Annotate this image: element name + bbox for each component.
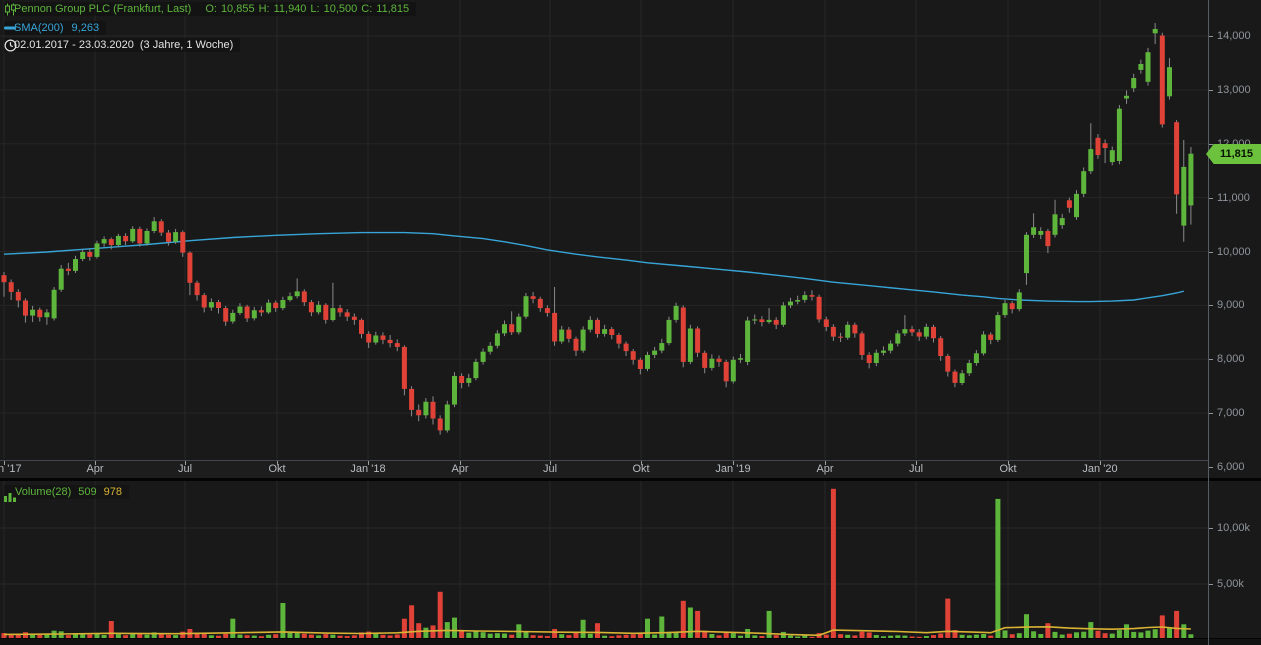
volume-ma-value: 978 [104,486,122,498]
sma-legend[interactable]: SMA(200) 9,263 [4,21,106,35]
ohlc-values: O:10,855 H:11,940 L:10,500 C:11,815 [205,3,409,15]
symbol-title: Pennon Group PLC (Frankfurt, Last) [14,3,191,15]
volume-legend[interactable]: Volume(28) 509 978 [4,485,129,499]
time-axis[interactable] [0,460,1208,479]
volume-pane-canvas[interactable] [0,481,1208,638]
sma-label: SMA(200) [14,22,64,34]
date-range-suffix: (3 Jahre, 1 Woche) [140,39,233,51]
volume-label: Volume(28) [15,486,71,498]
price-scale[interactable] [1208,0,1261,645]
date-range-text: 02.01.2017 - 23.03.2020 [14,39,134,51]
volume-current-value: 509 [78,486,96,498]
symbol-legend[interactable]: Pennon Group PLC (Frankfurt, Last) O:10,… [4,2,416,16]
trading-chart-widget: 14,00013,00012,00011,00010,0009,0008,000… [0,0,1261,645]
sma-value: 9,263 [72,22,100,34]
price-pane-canvas[interactable] [0,0,1208,460]
date-range-chip[interactable]: 02.01.2017 - 23.03.2020 (3 Jahre, 1 Woch… [4,38,240,52]
last-price-tag: 11,815 [1206,144,1261,164]
volume-time-axis [0,638,1261,645]
